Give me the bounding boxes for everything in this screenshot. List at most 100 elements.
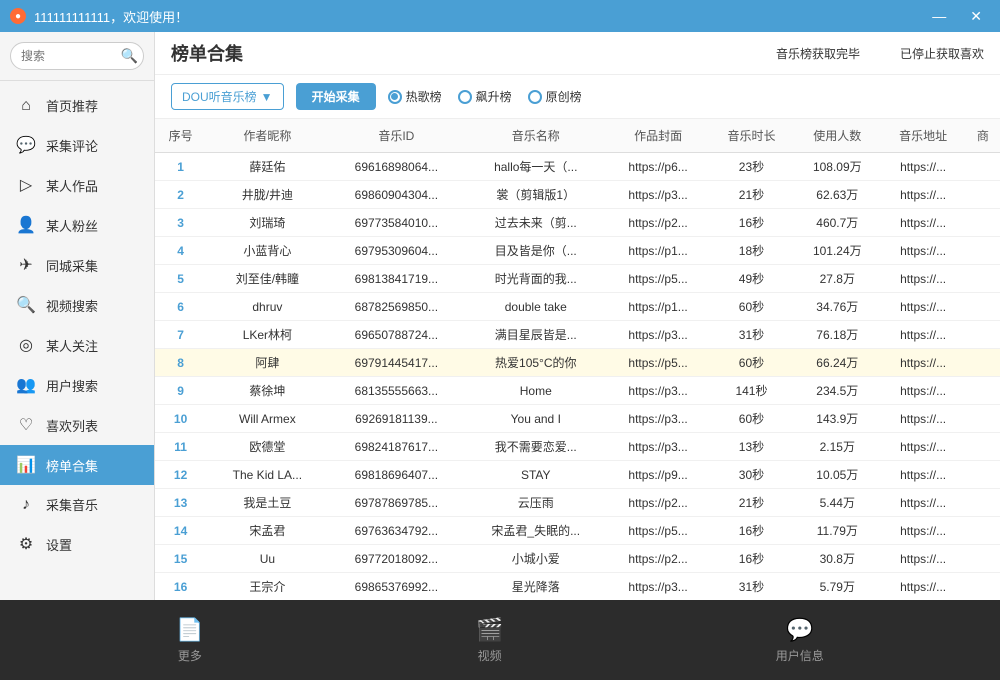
nav-icon-collect-music: ♪ — [16, 496, 36, 514]
table-row: 3刘瑞琦69773584010...过去未来（剪...https://p2...… — [155, 209, 1000, 237]
nav-label-person-fans: 某人粉丝 — [46, 216, 98, 235]
sidebar-item-person-fans[interactable]: 👤 某人粉丝 — [0, 205, 154, 245]
table-cell-r9-c3: You and I — [464, 405, 607, 433]
table-cell-r2-c5: 16秒 — [709, 209, 794, 237]
table-cell-r15-c5: 31秒 — [709, 573, 794, 601]
table-cell-r11-c2: 69818696407... — [329, 461, 465, 489]
col-header-音乐地址: 音乐地址 — [880, 119, 965, 153]
table-cell-r12-c1: 我是土豆 — [206, 489, 328, 517]
table-cell-r0-c3: hallo每一天（... — [464, 153, 607, 181]
titlebar-title: 111111111111，欢迎使用！ — [34, 7, 924, 26]
table-cell-r2-c8 — [966, 209, 1000, 237]
table-cell-r8-c7: https://... — [880, 377, 965, 405]
start-collect-button[interactable]: 开始采集 — [296, 83, 376, 110]
sidebar-item-collect-comments[interactable]: 💬 采集评论 — [0, 125, 154, 165]
table-cell-r3-c5: 18秒 — [709, 237, 794, 265]
table-row: 6dhruv68782569850...double takehttps://p… — [155, 293, 1000, 321]
table-cell-r1-c7: https://... — [880, 181, 965, 209]
table-cell-r15-c4: https://p3... — [607, 573, 708, 601]
sidebar-item-settings[interactable]: ⚙ 设置 — [0, 524, 154, 564]
table-cell-r15-c3: 星光降落 — [464, 573, 607, 601]
radio-circle-original — [528, 90, 542, 104]
table-cell-r15-c7: https://... — [880, 573, 965, 601]
bottom-nav-user-info[interactable]: 💬 用户信息 — [776, 617, 824, 664]
table-row: 12The Kid LA...69818696407...STAYhttps:/… — [155, 461, 1000, 489]
table-cell-r5-c6: 34.76万 — [794, 293, 880, 321]
search-icon[interactable]: 🔍 — [121, 48, 138, 65]
dropdown-arrow-icon: ▼ — [261, 90, 273, 104]
nav-label-person-works: 某人作品 — [46, 176, 98, 195]
nav-icon-settings: ⚙ — [16, 534, 36, 554]
table-cell-r6-c3: 满目星辰皆是... — [464, 321, 607, 349]
table-row: 11欧德堂69824187617...我不需要恋爱...https://p3..… — [155, 433, 1000, 461]
sidebar-item-person-works[interactable]: ▷ 某人作品 — [0, 165, 154, 205]
radio-original[interactable]: 原创榜 — [528, 88, 582, 105]
table-cell-r8-c6: 234.5万 — [794, 377, 880, 405]
table-row: 14宋孟君69763634792...宋孟君_失眠的...https://p5.… — [155, 517, 1000, 545]
sidebar-item-user-search[interactable]: 👥 用户搜索 — [0, 365, 154, 405]
sidebar-item-local-collect[interactable]: ✈ 同城采集 — [0, 245, 154, 285]
table-cell-r11-c3: STAY — [464, 461, 607, 489]
table-cell-r3-c2: 69795309604... — [329, 237, 465, 265]
dropdown-label: DOU听音乐榜 — [182, 88, 257, 105]
col-header-使用人数: 使用人数 — [794, 119, 880, 153]
nav-label-collect-comments: 采集评论 — [46, 136, 98, 155]
table-cell-r8-c8 — [966, 377, 1000, 405]
table-cell-r6-c4: https://p3... — [607, 321, 708, 349]
table-cell-r13-c4: https://p5... — [607, 517, 708, 545]
bottom-nav-icon-user-info: 💬 — [786, 617, 813, 643]
nav-label-chart-collect: 榜单合集 — [46, 456, 98, 475]
radio-label-rise: 飙升榜 — [476, 88, 512, 105]
table-cell-r5-c5: 60秒 — [709, 293, 794, 321]
radio-rise[interactable]: 飙升榜 — [458, 88, 512, 105]
radio-hot[interactable]: 热歌榜 — [388, 88, 442, 105]
table-cell-r11-c0: 12 — [155, 461, 206, 489]
nav-icon-home: ⌂ — [16, 97, 36, 115]
bottom-nav-more[interactable]: 📄 更多 — [176, 617, 203, 664]
sidebar-item-likes-list[interactable]: ♡ 喜欢列表 — [0, 405, 154, 445]
table-cell-r0-c2: 69616898064... — [329, 153, 465, 181]
table-container: 序号作者昵称音乐ID音乐名称作品封面音乐时长使用人数音乐地址商 1薛廷佑6961… — [155, 119, 1000, 600]
table-cell-r4-c1: 刘至佳/韩瞳 — [206, 265, 328, 293]
table-row: 1薛廷佑69616898064...hallo每一天（...https://p6… — [155, 153, 1000, 181]
table-row: 5刘至佳/韩瞳69813841719...时光背面的我...https://p5… — [155, 265, 1000, 293]
table-cell-r1-c2: 69860904304... — [329, 181, 465, 209]
nav-icon-chart-collect: 📊 — [16, 455, 36, 475]
table-cell-r3-c4: https://p1... — [607, 237, 708, 265]
table-cell-r0-c7: https://... — [880, 153, 965, 181]
chart-dropdown[interactable]: DOU听音乐榜 ▼ — [171, 83, 284, 110]
table-cell-r7-c6: 66.24万 — [794, 349, 880, 377]
table-cell-r8-c1: 蔡徐坤 — [206, 377, 328, 405]
nav-icon-local-collect: ✈ — [16, 255, 36, 275]
sidebar-item-person-follow[interactable]: ◎ 某人关注 — [0, 325, 154, 365]
table-cell-r5-c7: https://... — [880, 293, 965, 321]
table-row: 2井胧/井迪69860904304...裳（剪辑版1）https://p3...… — [155, 181, 1000, 209]
table-cell-r8-c5: 141秒 — [709, 377, 794, 405]
sidebar-item-home[interactable]: ⌂ 首页推荐 — [0, 86, 154, 125]
table-cell-r7-c8 — [966, 349, 1000, 377]
table-cell-r8-c0: 9 — [155, 377, 206, 405]
sidebar-item-collect-music[interactable]: ♪ 采集音乐 — [0, 485, 154, 524]
table-cell-r3-c1: 小蓝背心 — [206, 237, 328, 265]
table-cell-r5-c4: https://p1... — [607, 293, 708, 321]
table-cell-r2-c1: 刘瑞琦 — [206, 209, 328, 237]
main-layout: 🔍 ⌂ 首页推荐 💬 采集评论 ▷ 某人作品 👤 某人粉丝 ✈ 同城采集 🔍 视… — [0, 32, 1000, 600]
table-cell-r13-c7: https://... — [880, 517, 965, 545]
minimize-button[interactable]: — — [924, 6, 954, 27]
bottom-nav-video[interactable]: 🎬 视频 — [476, 617, 503, 664]
sidebar-item-video-search[interactable]: 🔍 视频搜索 — [0, 285, 154, 325]
close-button[interactable]: ✕ — [962, 6, 990, 27]
music-table: 序号作者昵称音乐ID音乐名称作品封面音乐时长使用人数音乐地址商 1薛廷佑6961… — [155, 119, 1000, 600]
table-cell-r8-c3: Home — [464, 377, 607, 405]
table-cell-r13-c6: 11.79万 — [794, 517, 880, 545]
table-cell-r4-c8 — [966, 265, 1000, 293]
table-cell-r10-c5: 13秒 — [709, 433, 794, 461]
table-cell-r2-c2: 69773584010... — [329, 209, 465, 237]
table-cell-r5-c8 — [966, 293, 1000, 321]
table-cell-r12-c6: 5.44万 — [794, 489, 880, 517]
nav-label-person-follow: 某人关注 — [46, 336, 98, 355]
sidebar-item-chart-collect[interactable]: 📊 榜单合集 — [0, 445, 154, 485]
table-cell-r4-c5: 49秒 — [709, 265, 794, 293]
table-cell-r13-c0: 14 — [155, 517, 206, 545]
table-cell-r13-c3: 宋孟君_失眠的... — [464, 517, 607, 545]
